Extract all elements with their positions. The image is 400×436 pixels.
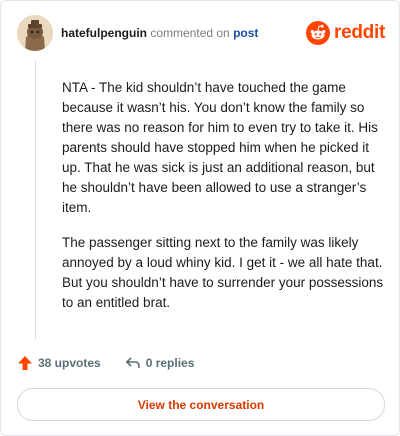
comment-header: hatefulpenguin commented on post reddit [17, 15, 385, 55]
avatar-icon [17, 15, 53, 51]
comment-paragraph: The passenger sitting next to the family… [62, 235, 384, 310]
comment-paragraph: NTA - The kid shouldn’t have touched the… [62, 80, 378, 215]
comment-card: hatefulpenguin commented on post reddit … [0, 0, 400, 436]
user-avatar[interactable] [17, 15, 53, 51]
view-conversation-button[interactable]: View the conversation [17, 388, 385, 421]
comment-actions: 38 upvotes 0 replies [17, 353, 385, 373]
reddit-logo[interactable]: reddit [306, 19, 385, 47]
reddit-snoo-icon [306, 21, 331, 45]
comment-meta: hatefulpenguin commented on post [61, 26, 258, 40]
upvote-arrow-icon [18, 356, 32, 370]
comment-verb: commented on [150, 26, 230, 40]
reply-count: 0 replies [145, 356, 195, 370]
comment-body: NTA - The kid shouldn’t have touched the… [62, 78, 387, 328]
reply-arrow-icon [125, 357, 140, 368]
username-link[interactable]: hatefulpenguin [61, 26, 147, 40]
upvote-button[interactable]: 38 upvotes [17, 355, 101, 371]
post-link[interactable]: post [233, 26, 258, 40]
upvote-count: 38 upvotes [38, 356, 101, 370]
replies-button[interactable]: 0 replies [125, 355, 195, 371]
thread-line [35, 61, 36, 339]
reddit-wordmark: reddit [334, 22, 385, 43]
